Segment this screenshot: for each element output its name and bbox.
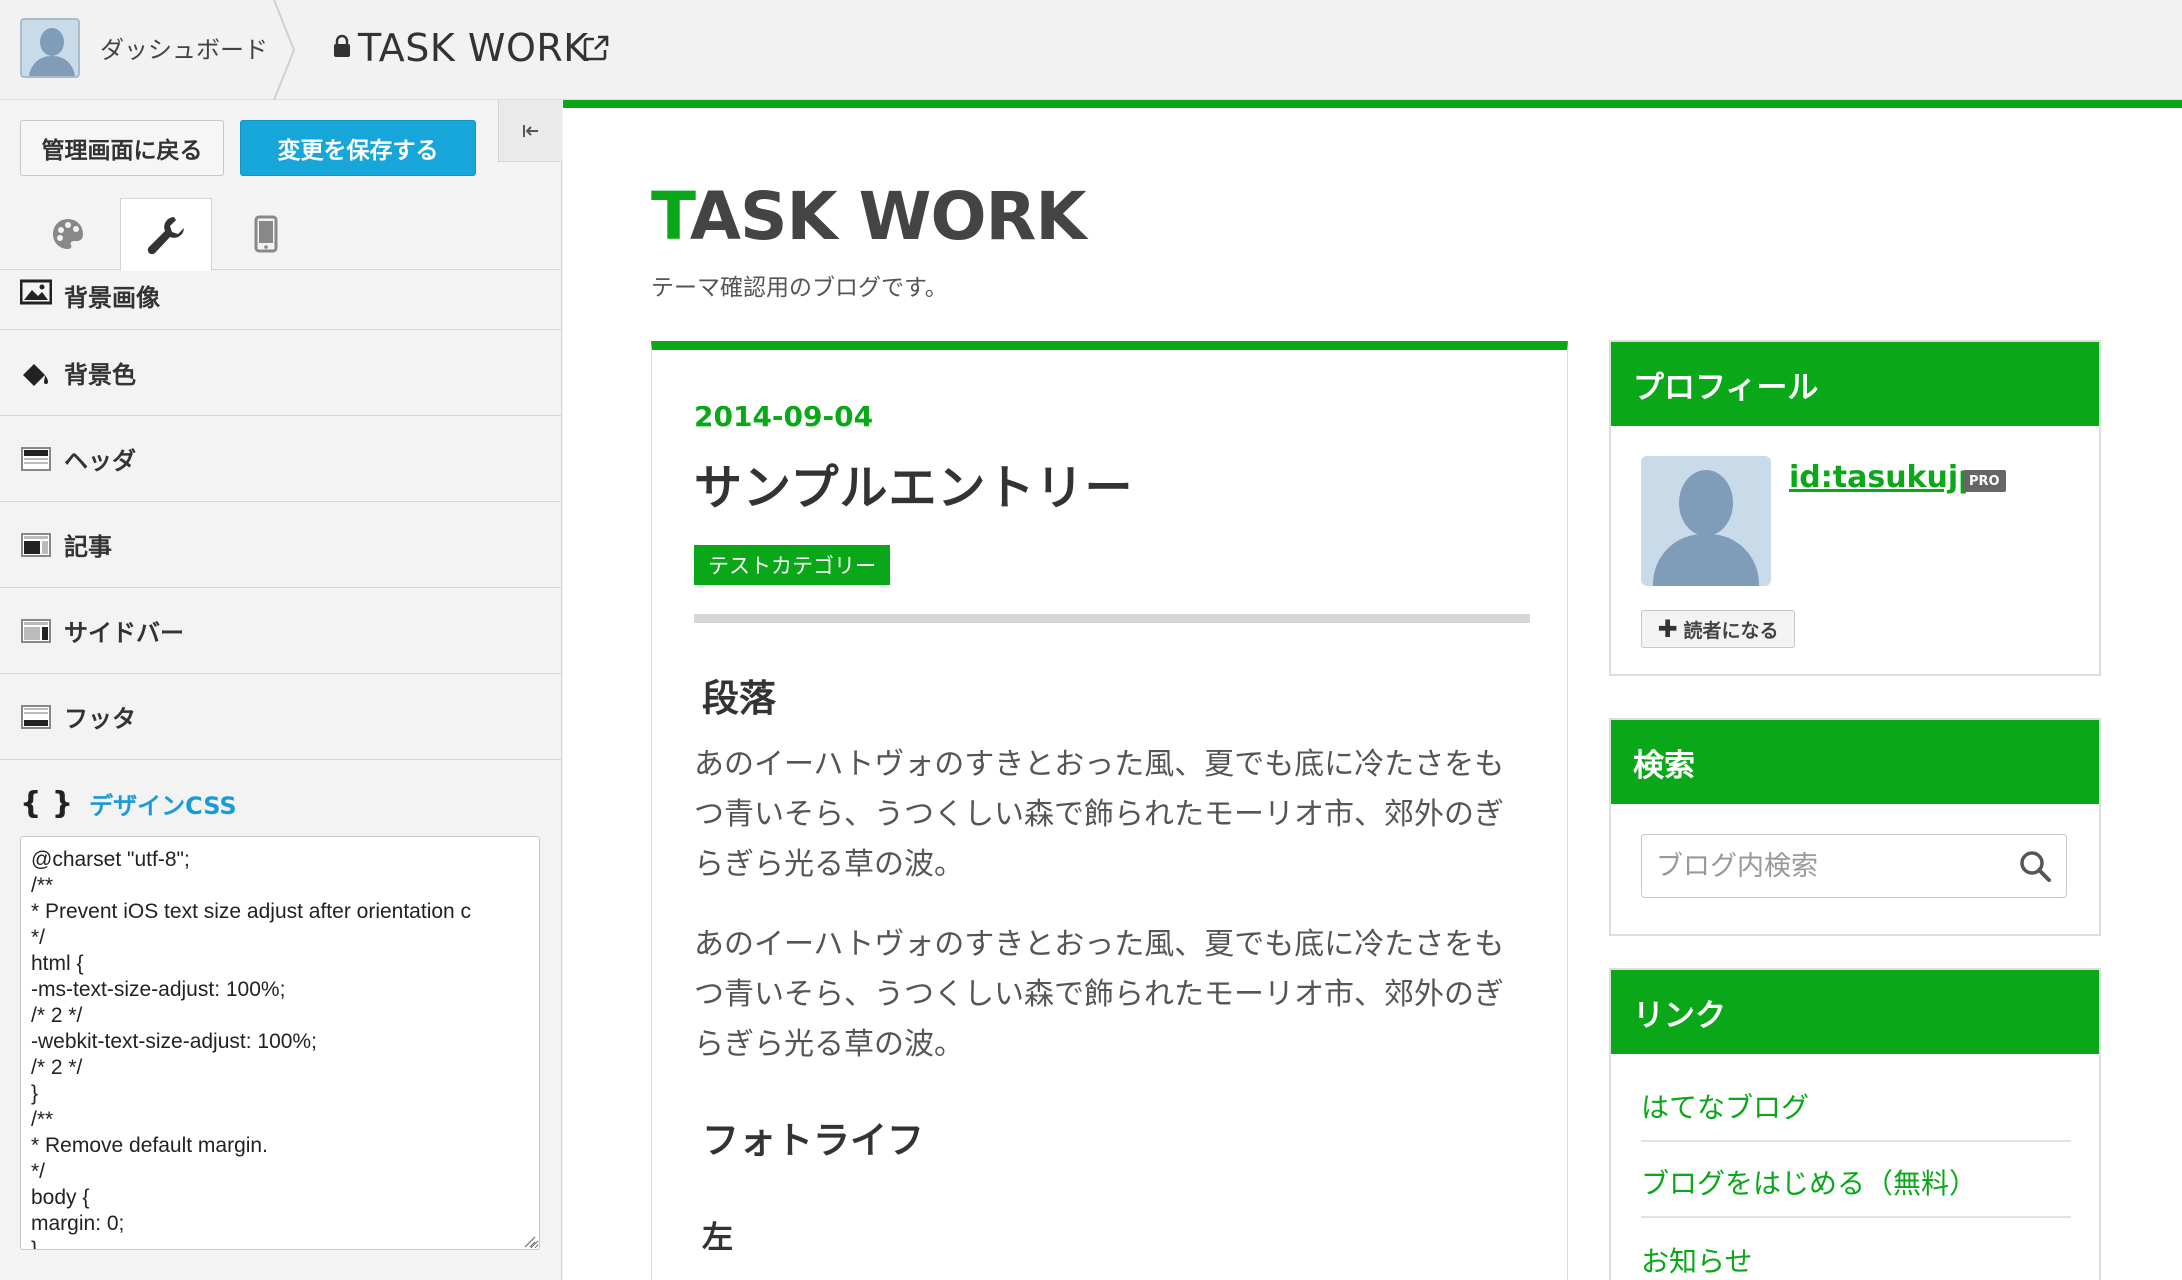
subsection-heading: 左 bbox=[702, 1220, 733, 1256]
follow-button[interactable]: ✚ 読者になる bbox=[1641, 610, 1795, 648]
title-divider bbox=[694, 614, 1530, 623]
menu-header[interactable]: ヘッダ bbox=[0, 416, 562, 502]
menu-background-color[interactable]: 背景色 bbox=[0, 330, 562, 416]
pro-badge: PRO bbox=[1963, 470, 2006, 492]
module-heading: プロフィール bbox=[1611, 342, 2099, 426]
css-editor-textarea[interactable]: @charset "utf-8"; /** * Prevent iOS text… bbox=[20, 836, 540, 1250]
blog-title-link[interactable]: TASK WORK bbox=[358, 26, 589, 70]
category-badge[interactable]: テストカテゴリー bbox=[694, 545, 890, 585]
blog-preview: TASK WORK テーマ確認用のブログです。 2014-09-04 サンプルエ… bbox=[563, 100, 2182, 1280]
back-to-admin-button[interactable]: 管理画面に戻る bbox=[20, 120, 224, 176]
lock-icon bbox=[334, 34, 350, 57]
link-item[interactable]: ブログをはじめる（無料） bbox=[1641, 1162, 2071, 1218]
layout-sidebar-icon bbox=[21, 618, 51, 643]
search-input[interactable] bbox=[1642, 835, 2002, 897]
profile-avatar[interactable] bbox=[1641, 456, 1771, 586]
module-heading: リンク bbox=[1611, 970, 2099, 1054]
resize-grip-icon[interactable] bbox=[522, 1234, 536, 1248]
section-heading: 段落 bbox=[702, 677, 776, 720]
tab-smartphone[interactable] bbox=[220, 198, 312, 270]
follow-label: 読者になる bbox=[1683, 619, 1779, 642]
top-bar: ダッシュボード TASK WORK bbox=[0, 0, 2182, 101]
menu-background-image[interactable]: 背景画像 bbox=[0, 270, 562, 330]
tab-customize-theme[interactable] bbox=[22, 198, 114, 270]
menu-label: 背景画像 bbox=[64, 284, 160, 312]
layout-footer-icon bbox=[21, 704, 51, 729]
breadcrumb-separator bbox=[270, 0, 300, 101]
collapse-left-icon bbox=[522, 124, 538, 137]
search-module: 検索 bbox=[1609, 718, 2101, 936]
menu-footer[interactable]: フッタ bbox=[0, 674, 562, 760]
profile-id-link[interactable]: id:tasukujp bbox=[1789, 460, 1980, 495]
site-title-rest: ASK WORK bbox=[689, 178, 1087, 255]
site-description: テーマ確認用のブログです。 bbox=[651, 275, 948, 301]
menu-design-css[interactable]: { } デザインCSS bbox=[0, 760, 562, 846]
module-heading: 検索 bbox=[1611, 720, 2099, 804]
braces-icon: { } bbox=[20, 785, 74, 821]
external-link-icon[interactable] bbox=[582, 34, 610, 62]
menu-label: サイドバー bbox=[64, 619, 184, 647]
palette-icon bbox=[53, 219, 83, 249]
search-box bbox=[1641, 834, 2067, 898]
menu-sidebar[interactable]: サイドバー bbox=[0, 588, 562, 674]
design-sidebar: 管理画面に戻る 変更を保存する 背景画像 背景色 ヘッダ 記事 サイドバー フッ… bbox=[0, 100, 562, 1280]
smartphone-icon bbox=[254, 215, 278, 253]
section-heading: フォトライフ bbox=[702, 1119, 924, 1162]
search-icon[interactable] bbox=[2018, 849, 2052, 883]
article-title[interactable]: サンプルエントリー bbox=[694, 448, 1134, 518]
link-item[interactable]: お知らせ bbox=[1641, 1240, 2071, 1280]
article-date[interactable]: 2014-09-04 bbox=[694, 400, 873, 433]
menu-label: 記事 bbox=[64, 533, 112, 561]
wrench-icon bbox=[147, 216, 184, 254]
site-title[interactable]: TASK WORK bbox=[651, 178, 1087, 255]
article-paragraph: あのイーハトヴォのすきとおった風、夏でも底に冷たさをもつ青いそら、うつくしい森で… bbox=[694, 927, 1505, 1062]
profile-module: プロフィール id:tasukujp PRO ✚ 読者になる bbox=[1609, 340, 2101, 676]
menu-label: フッタ bbox=[64, 705, 136, 733]
plus-icon: ✚ bbox=[1657, 615, 1678, 643]
user-avatar[interactable] bbox=[20, 18, 80, 78]
dashboard-link[interactable]: ダッシュボード bbox=[100, 30, 268, 65]
menu-label: デザインCSS bbox=[89, 791, 237, 820]
tab-customize-details[interactable] bbox=[120, 198, 212, 271]
save-changes-button[interactable]: 変更を保存する bbox=[240, 120, 476, 176]
design-tabs bbox=[0, 198, 562, 271]
layout-header-icon bbox=[21, 446, 51, 471]
link-item[interactable]: はてなブログ bbox=[1641, 1086, 2071, 1142]
paint-bucket-icon bbox=[23, 363, 48, 386]
links-module: リンク はてなブログ ブログをはじめる（無料） お知らせ bbox=[1609, 968, 2101, 1280]
collapse-panel-button[interactable] bbox=[498, 100, 562, 162]
site-title-initial: T bbox=[651, 178, 691, 255]
menu-label: ヘッダ bbox=[64, 447, 136, 475]
article-paragraph: あのイーハトヴォのすきとおった風、夏でも底に冷たさをもつ青いそら、うつくしい森で… bbox=[694, 747, 1505, 882]
menu-label: 背景色 bbox=[64, 361, 136, 389]
layout-article-icon bbox=[21, 532, 51, 557]
article-entry: 2014-09-04 サンプルエントリー テストカテゴリー 段落 あのイーハトヴ… bbox=[651, 341, 1568, 1280]
image-icon bbox=[20, 279, 52, 305]
menu-article[interactable]: 記事 bbox=[0, 502, 562, 588]
